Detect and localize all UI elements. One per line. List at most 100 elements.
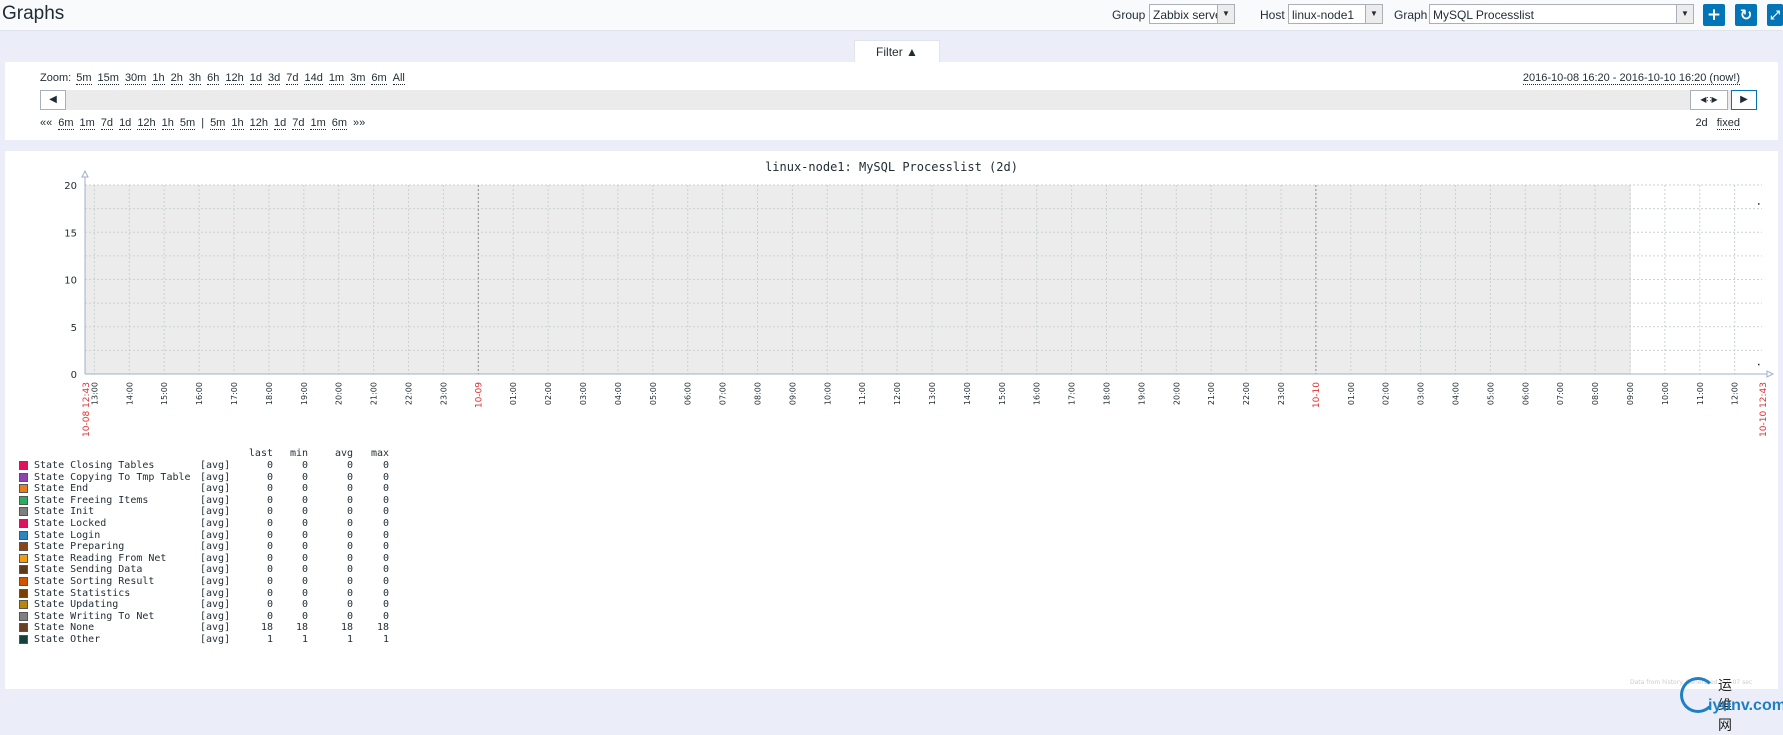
legend-item-avg: 0 xyxy=(346,564,353,576)
legend-item-min: 0 xyxy=(301,541,308,553)
legend-item-max: 0 xyxy=(382,576,389,587)
x-tick-label: 06:00 xyxy=(684,382,693,405)
x-tick-label: 10-09 xyxy=(474,382,484,408)
x-tick-label: 10:00 xyxy=(1661,382,1670,405)
legend-item-min: 18 xyxy=(295,622,308,634)
legend-color-swatch xyxy=(19,577,28,586)
legend-item-avg: 0 xyxy=(346,506,353,518)
legend-item-function: [avg] xyxy=(200,634,231,645)
legend-item-max: 0 xyxy=(382,471,389,483)
x-tick-label: 01:00 xyxy=(1347,382,1356,405)
legend-item-min: 1 xyxy=(301,634,308,645)
x-tick-label: 06:00 xyxy=(1521,382,1530,405)
legend-item-min: 0 xyxy=(301,494,308,506)
x-tick-label: 05:00 xyxy=(1486,382,1495,405)
legend-item-function: [avg] xyxy=(200,541,231,553)
x-tick-label: 01:00 xyxy=(509,382,518,405)
legend-item-last: 0 xyxy=(266,471,273,483)
legend-item-avg: 0 xyxy=(346,471,353,483)
legend-item-name: State Reading From Net xyxy=(34,552,167,564)
legend-item-max: 0 xyxy=(382,494,389,506)
legend-item-function: [avg] xyxy=(200,494,231,506)
legend-item-max: 0 xyxy=(382,587,389,599)
legend-item-min: 0 xyxy=(301,460,308,471)
x-tick-label: 11:00 xyxy=(1696,382,1705,405)
x-tick-label: 04:00 xyxy=(1452,382,1461,405)
legend-item-name: State Init xyxy=(34,506,95,518)
x-tick-label: 07:00 xyxy=(719,382,728,405)
legend-color-swatch xyxy=(19,553,28,563)
legend-item-avg: 0 xyxy=(346,610,353,622)
x-tick-label: 18:00 xyxy=(265,382,274,405)
legend-color-swatch xyxy=(19,472,28,482)
x-tick-label: 18:00 xyxy=(1103,382,1112,405)
legend-color-swatch xyxy=(19,519,28,528)
x-tick-label: 22:00 xyxy=(405,382,414,405)
x-tick-label: 02:00 xyxy=(544,382,553,405)
legend-item-avg: 0 xyxy=(346,460,353,471)
legend-item-last: 0 xyxy=(266,576,273,587)
legend-item-function: [avg] xyxy=(200,599,231,611)
legend-item-name: State Updating xyxy=(34,599,119,611)
y-tick-label: 5 xyxy=(71,323,77,334)
legend-item-max: 18 xyxy=(376,622,389,634)
legend-item-last: 18 xyxy=(260,622,273,634)
legend-header-avg: avg xyxy=(334,448,353,459)
legend-color-swatch xyxy=(19,542,28,552)
legend-item-avg: 0 xyxy=(346,576,353,587)
x-tick-label: 09:00 xyxy=(788,382,797,405)
x-tick-label: 16:00 xyxy=(195,382,204,405)
legend-color-swatch xyxy=(19,495,28,505)
legend-item-max: 0 xyxy=(382,599,389,611)
legend-item-max: 0 xyxy=(382,460,389,471)
legend-item-min: 0 xyxy=(301,518,308,529)
legend-item-function: [avg] xyxy=(200,506,231,518)
legend-item-last: 1 xyxy=(266,634,273,645)
x-tick-label: 14:00 xyxy=(125,382,134,405)
x-start-label: 10-08 12:43 xyxy=(82,382,92,437)
legend-item-max: 0 xyxy=(382,564,389,576)
x-tick-label: 21:00 xyxy=(1207,382,1216,405)
y-axis-arrow-icon xyxy=(81,169,89,178)
legend-item-last: 0 xyxy=(266,494,273,506)
legend-item-last: 0 xyxy=(266,541,273,553)
legend-item-avg: 0 xyxy=(346,599,353,611)
legend-item-max: 0 xyxy=(382,518,389,529)
legend-color-swatch xyxy=(19,588,28,598)
legend-header-min: min xyxy=(289,448,308,459)
legend-color-swatch xyxy=(19,507,28,517)
legend-item-last: 0 xyxy=(266,552,273,564)
legend-header-last: last xyxy=(248,448,273,459)
legend-item-name: State Login xyxy=(34,529,101,541)
legend-item-max: 1 xyxy=(382,634,389,645)
legend-item-name: State Closing Tables xyxy=(34,460,155,471)
watermark-text-bottom: iyunv.com xyxy=(1708,697,1783,714)
legend-item-function: [avg] xyxy=(200,610,231,622)
legend-item-max: 0 xyxy=(382,483,389,495)
x-tick-label: 20:00 xyxy=(335,382,344,405)
legend-item-avg: 18 xyxy=(340,622,353,634)
legend-item-avg: 0 xyxy=(346,587,353,599)
legend-item-name: State Sending Data xyxy=(34,564,143,576)
legend-color-swatch xyxy=(19,484,28,494)
legend-item-max: 0 xyxy=(382,529,389,541)
legend-color-swatch xyxy=(19,623,28,633)
legend-item-avg: 0 xyxy=(346,518,353,529)
y-tick-label: 20 xyxy=(64,181,77,192)
legend-color-swatch xyxy=(19,635,28,644)
x-tick-label: 03:00 xyxy=(579,382,588,405)
x-end-label: 10-10 12:43 xyxy=(1759,382,1769,437)
x-tick-label: 10:00 xyxy=(823,382,832,405)
legend-color-swatch xyxy=(19,611,28,621)
legend-item-name: State Other xyxy=(34,634,101,645)
x-tick-label: 09:00 xyxy=(1626,382,1635,405)
legend-color-swatch xyxy=(19,565,28,575)
legend-item-avg: 0 xyxy=(346,494,353,506)
x-tick-label: 22:00 xyxy=(1242,382,1251,405)
x-tick-label: 23:00 xyxy=(1277,382,1286,405)
legend-color-swatch xyxy=(19,600,28,610)
legend-item: State Other [avg] 1 1 1 1 xyxy=(19,634,389,647)
x-tick-label: 05:00 xyxy=(649,382,658,405)
x-axis-arrow-icon xyxy=(1766,370,1775,378)
legend-item-min: 0 xyxy=(301,471,308,483)
